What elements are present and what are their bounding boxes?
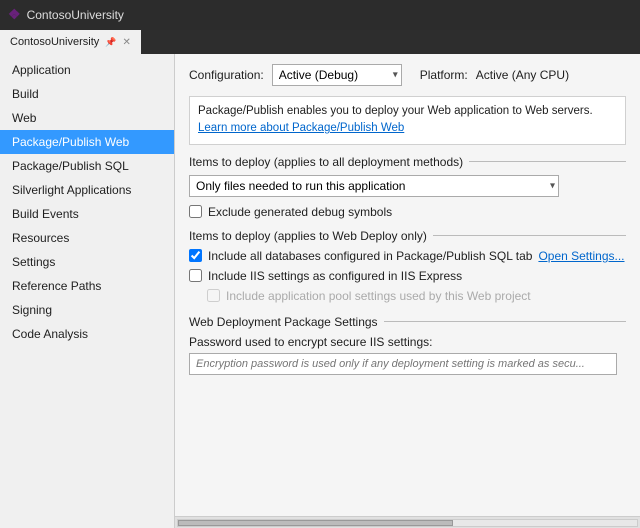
sidebar-item-web[interactable]: Web bbox=[0, 106, 174, 130]
sidebar-item-settings[interactable]: Settings bbox=[0, 250, 174, 274]
info-box: Package/Publish enables you to deploy yo… bbox=[189, 96, 626, 145]
config-label: Configuration: bbox=[189, 68, 264, 82]
app-title: ContosoUniversity bbox=[27, 8, 124, 22]
include-databases-checkbox[interactable] bbox=[189, 249, 202, 262]
password-input[interactable] bbox=[189, 353, 617, 375]
include-pool-row: Include application pool settings used b… bbox=[207, 289, 626, 303]
web-deploy-package-header: Web Deployment Package Settings bbox=[189, 315, 626, 329]
sidebar-item-resources[interactable]: Resources bbox=[0, 226, 174, 250]
content-area: Configuration: Active (Debug) Platform: … bbox=[175, 54, 640, 528]
config-select-wrapper: Active (Debug) bbox=[272, 64, 402, 86]
scrollbar-track bbox=[177, 519, 638, 527]
sidebar: Application Build Web Package/Publish We… bbox=[0, 54, 175, 528]
include-iis-row: Include IIS settings as configured in II… bbox=[189, 269, 626, 283]
tab-bar: ContosoUniversity 📌 ✕ bbox=[0, 30, 640, 54]
open-settings-link[interactable]: Open Settings... bbox=[538, 249, 624, 263]
password-label: Password used to encrypt secure IIS sett… bbox=[189, 335, 626, 349]
tab-close-icon[interactable]: ✕ bbox=[122, 37, 130, 48]
deploy-dropdown-wrapper: Only files needed to run this applicatio… bbox=[189, 175, 559, 197]
vs-icon: ❖ bbox=[8, 7, 21, 24]
config-row: Configuration: Active (Debug) Platform: … bbox=[189, 64, 626, 86]
sidebar-item-application[interactable]: Application bbox=[0, 58, 174, 82]
platform-value: Active (Any CPU) bbox=[476, 68, 569, 82]
web-deploy-section: Items to deploy (applies to Web Deploy o… bbox=[189, 229, 626, 303]
platform-label: Platform: bbox=[420, 68, 468, 82]
sidebar-item-package-publish-sql[interactable]: Package/Publish SQL bbox=[0, 154, 174, 178]
exclude-debug-row: Exclude generated debug symbols bbox=[189, 205, 626, 219]
tab-pin-icon[interactable]: 📌 bbox=[105, 37, 116, 48]
sidebar-item-silverlight-applications[interactable]: Silverlight Applications bbox=[0, 178, 174, 202]
title-bar: ❖ ContosoUniversity bbox=[0, 0, 640, 30]
sidebar-item-package-publish-web[interactable]: Package/Publish Web bbox=[0, 130, 174, 154]
sidebar-item-build[interactable]: Build bbox=[0, 82, 174, 106]
web-deploy-header: Items to deploy (applies to Web Deploy o… bbox=[189, 229, 626, 243]
tab-contoso[interactable]: ContosoUniversity 📌 ✕ bbox=[0, 30, 142, 54]
exclude-debug-label: Exclude generated debug symbols bbox=[208, 205, 392, 219]
web-deploy-package-section: Web Deployment Package Settings Password… bbox=[189, 315, 626, 375]
include-iis-label: Include IIS settings as configured in II… bbox=[208, 269, 462, 283]
include-databases-row: Include all databases configured in Pack… bbox=[189, 249, 626, 263]
info-text: Package/Publish enables you to deploy yo… bbox=[198, 103, 617, 120]
include-pool-checkbox[interactable] bbox=[207, 289, 220, 302]
tab-label: ContosoUniversity bbox=[10, 36, 99, 48]
sidebar-item-reference-paths[interactable]: Reference Paths bbox=[0, 274, 174, 298]
config-select[interactable]: Active (Debug) bbox=[272, 64, 402, 86]
exclude-debug-checkbox[interactable] bbox=[189, 205, 202, 218]
scrollbar-thumb[interactable] bbox=[178, 520, 453, 526]
include-pool-label: Include application pool settings used b… bbox=[226, 289, 531, 303]
info-link[interactable]: Learn more about Package/Publish Web bbox=[198, 120, 617, 137]
sidebar-item-code-analysis[interactable]: Code Analysis bbox=[0, 322, 174, 346]
horizontal-scrollbar[interactable] bbox=[175, 516, 640, 528]
include-databases-label: Include all databases configured in Pack… bbox=[208, 249, 532, 263]
sidebar-item-signing[interactable]: Signing bbox=[0, 298, 174, 322]
deploy-methods-header: Items to deploy (applies to all deployme… bbox=[189, 155, 626, 169]
deploy-dropdown[interactable]: Only files needed to run this applicatio… bbox=[189, 175, 559, 197]
include-iis-checkbox[interactable] bbox=[189, 269, 202, 282]
sidebar-item-build-events[interactable]: Build Events bbox=[0, 202, 174, 226]
